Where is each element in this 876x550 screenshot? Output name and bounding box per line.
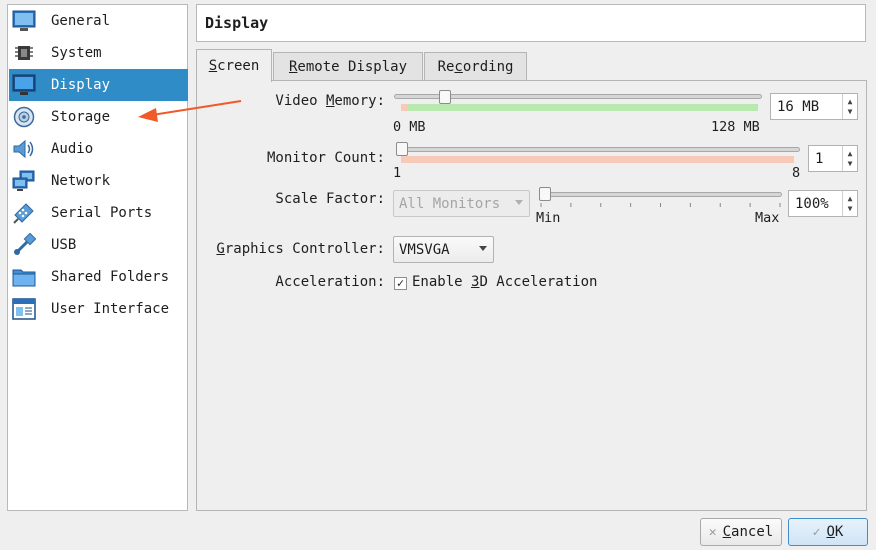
monitor-count-warning-range (401, 156, 794, 163)
sidebar-item-label: Storage (51, 109, 111, 125)
sidebar-item-storage[interactable]: Storage (9, 101, 188, 133)
spin-arrows-icon[interactable]: ▲ ▼ (842, 191, 857, 216)
video-memory-max-label: 128 MB (711, 119, 760, 135)
network-icon (11, 168, 37, 194)
video-memory-warning-range (401, 104, 408, 111)
scale-monitor-combo: All Monitors (393, 190, 530, 217)
sidebar-item-label: Network (51, 173, 111, 189)
cancel-button[interactable]: ✕ Cancel (700, 518, 782, 546)
sidebar-item-label: Display (51, 77, 111, 93)
system-icon (11, 40, 37, 66)
scale-factor-value[interactable]: 100% (789, 196, 842, 212)
chevron-down-icon (479, 246, 487, 251)
sidebar-item-usb[interactable]: USB (9, 229, 188, 261)
usb-icon (11, 232, 37, 258)
video-memory-slider-handle[interactable] (438, 90, 451, 104)
sidebar-item-label: USB (51, 237, 77, 253)
ok-button[interactable]: ✓ O K (788, 518, 868, 546)
sidebar-item-network[interactable]: Network (9, 165, 188, 197)
page-title: Display (196, 4, 866, 42)
spin-arrows-icon[interactable]: ▲ ▼ (842, 146, 857, 171)
scale-factor-label: Scale Factor: (275, 191, 385, 207)
sidebar-item-label: User Interface (51, 301, 170, 317)
enable-3d-acceleration-checkbox[interactable]: ✓ (394, 277, 407, 290)
video-memory-label: Video Memory: (275, 93, 385, 109)
tab-remote-display[interactable]: Remote Display (273, 52, 423, 81)
monitor-count-min-label: 1 (393, 165, 402, 181)
tab-screen[interactable]: Screen (196, 49, 272, 82)
monitor-count-slider-handle[interactable] (396, 142, 408, 156)
scale-factor-min-label: Min (536, 210, 561, 226)
display-icon (11, 72, 37, 98)
sidebar-item-user-interface[interactable]: User Interface (9, 293, 188, 325)
tab-recording[interactable]: Re c ording (424, 52, 527, 81)
video-memory-min-label: 0 MB (393, 119, 426, 135)
sidebar-item-label: Shared Folders (51, 269, 170, 285)
shared-folders-icon (11, 264, 37, 290)
settings-sidebar: General System Display Storage Audio Net… (7, 4, 188, 511)
graphics-controller-label: Graphics Controller: (216, 241, 385, 257)
general-icon (11, 8, 37, 34)
scale-factor-max-label: Max (755, 210, 780, 226)
graphics-controller-select[interactable]: VMSVGA (393, 236, 494, 263)
scale-factor-slider-groove[interactable] (539, 192, 782, 197)
acceleration-label: Acceleration: (275, 274, 385, 290)
check-icon: ✓ (396, 276, 405, 290)
monitor-count-value[interactable]: 1 (809, 151, 842, 167)
user-interface-icon (11, 296, 37, 322)
sidebar-item-system[interactable]: System (9, 37, 188, 69)
serial-ports-icon (11, 200, 37, 226)
video-memory-spinbox[interactable]: 16 MB ▲ ▼ (770, 93, 858, 120)
monitor-count-label: Monitor Count: (266, 150, 385, 166)
ok-check-icon: ✓ (812, 524, 821, 540)
scale-factor-spinbox[interactable]: 100% ▲ ▼ (788, 190, 858, 217)
sidebar-item-display[interactable]: Display (9, 69, 188, 101)
cancel-icon: ✕ (708, 524, 717, 540)
monitor-count-slider-groove[interactable] (396, 147, 800, 152)
monitor-count-spinbox[interactable]: 1 ▲ ▼ (808, 145, 858, 172)
chevron-down-icon (515, 200, 523, 205)
monitor-count-max-label: 8 (792, 165, 801, 181)
screen-tab-panel: Video Memory: 0 MB 128 MB 16 MB ▲ ▼ Monit… (196, 80, 867, 511)
sidebar-item-serial-ports[interactable]: Serial Ports (9, 197, 188, 229)
sidebar-item-label: General (51, 13, 111, 29)
sidebar-item-label: Audio (51, 141, 94, 157)
sidebar-item-general[interactable]: General (9, 5, 188, 37)
sidebar-item-audio[interactable]: Audio (9, 133, 188, 165)
spin-arrows-icon[interactable]: ▲ ▼ (842, 94, 857, 119)
sidebar-item-shared-folders[interactable]: Shared Folders (9, 261, 188, 293)
scale-factor-slider-handle[interactable] (539, 187, 551, 201)
storage-icon (11, 104, 37, 130)
video-memory-value[interactable]: 16 MB (771, 99, 842, 115)
scale-factor-ticks (540, 203, 781, 207)
sidebar-item-label: System (51, 45, 102, 61)
video-memory-recommended-range (408, 104, 758, 111)
enable-3d-acceleration-label[interactable]: Enable 3D Acceleration (412, 274, 597, 290)
sidebar-item-label: Serial Ports (51, 205, 153, 221)
audio-icon (11, 136, 37, 162)
